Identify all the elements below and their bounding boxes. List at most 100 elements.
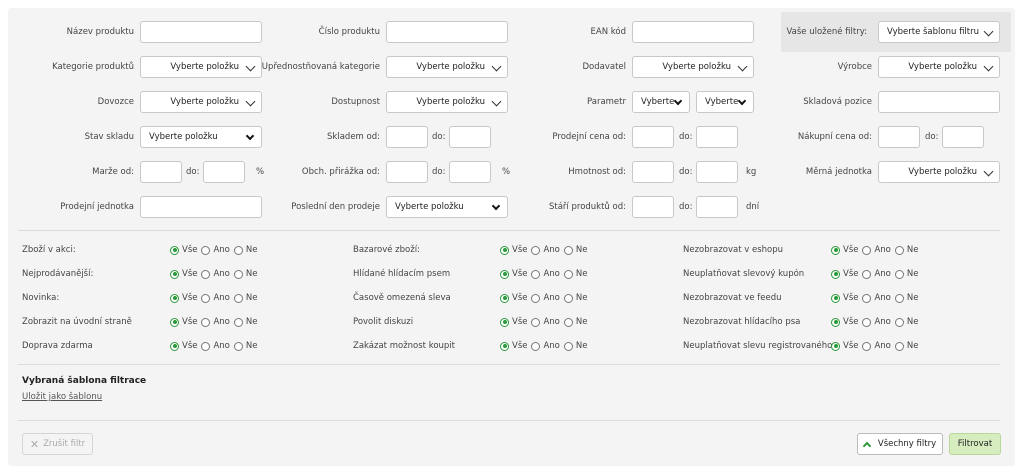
radio-yes-label: Ano [543,293,560,303]
last-sale-day-select[interactable]: Vyberte položku [386,196,508,218]
markup-to-input[interactable] [449,161,491,183]
radio-all[interactable] [500,317,509,327]
radio-all[interactable] [170,293,179,303]
flag-radio-group: Vše Ano Ne [831,245,922,255]
flag-radio-group: Vše Ano Ne [500,317,591,327]
radio-no[interactable] [233,341,243,351]
radio-yes[interactable] [531,269,541,279]
label-importer: Dovozce [97,97,134,107]
parameter-value: Vyberte [641,97,675,107]
ean-input[interactable] [632,21,754,43]
label-sale-price-to: do: [679,132,693,142]
purchase-price-to-input[interactable] [942,126,984,148]
radio-all[interactable] [500,293,509,303]
product-age-to-input[interactable] [696,196,738,218]
radio-no[interactable] [563,341,573,351]
sale-price-to-input[interactable] [696,126,738,148]
purchase-price-from-input[interactable] [878,126,920,148]
radio-yes[interactable] [201,269,211,279]
radio-yes[interactable] [201,245,211,255]
stock-state-select[interactable]: Vyberte položku [140,126,262,148]
parameter-value-select[interactable]: Vyberte [696,91,754,113]
all-filters-button[interactable]: Všechny filtry [857,433,943,455]
radio-no[interactable] [563,245,573,255]
radio-all[interactable] [500,245,509,255]
radio-all[interactable] [831,317,840,327]
radio-yes[interactable] [201,341,211,351]
label-sale-price-from: Prodejní cena od: [552,132,626,142]
radio-no[interactable] [563,269,573,279]
radio-no[interactable] [233,269,243,279]
radio-yes[interactable] [531,341,541,351]
radio-yes[interactable] [201,317,211,327]
cancel-filter-button[interactable]: ✕ Zrušit filtr [22,433,93,455]
radio-yes[interactable] [862,245,872,255]
radio-yes[interactable] [531,317,541,327]
category-select[interactable]: Vyberte položku [140,56,262,78]
supplier-select[interactable]: Vyberte položku [632,56,754,78]
margin-from-input[interactable] [140,161,182,183]
radio-all[interactable] [500,269,509,279]
radio-no-label: Ne [906,341,919,351]
radio-yes[interactable] [862,293,872,303]
radio-all[interactable] [170,245,179,255]
radio-yes[interactable] [862,269,872,279]
radio-yes[interactable] [531,293,541,303]
radio-all[interactable] [831,293,840,303]
radio-no[interactable] [894,269,904,279]
sale-price-from-input[interactable] [632,126,674,148]
radio-all[interactable] [170,341,179,351]
flag-label: Zakázat možnost koupit [353,341,456,351]
radio-yes[interactable] [862,317,872,327]
in-stock-from-input[interactable] [386,126,428,148]
radio-no[interactable] [563,317,573,327]
weight-to-input[interactable] [696,161,738,183]
parameter-value-value: Vyberte [705,97,739,107]
product-age-from-input[interactable] [632,196,674,218]
radio-all-label: Vše [512,293,528,303]
markup-unit: % [502,167,511,177]
availability-select[interactable]: Vyberte položku [386,91,508,113]
radio-yes[interactable] [862,341,872,351]
radio-no[interactable] [233,317,243,327]
preferred-category-select[interactable]: Vyberte položku [386,56,508,78]
radio-all[interactable] [500,341,509,351]
radio-no[interactable] [894,341,904,351]
radio-no[interactable] [233,245,243,255]
weight-from-input[interactable] [632,161,674,183]
radio-all[interactable] [831,341,840,351]
radio-no[interactable] [894,293,904,303]
radio-all[interactable] [170,269,179,279]
in-stock-to-input[interactable] [449,126,491,148]
radio-all[interactable] [170,317,179,327]
warehouse-position-input[interactable] [878,91,1000,113]
filter-button[interactable]: Filtrovat [949,433,1001,455]
manufacturer-value: Vyberte položku [908,62,977,72]
radio-no[interactable] [894,317,904,327]
product-name-input[interactable] [140,21,262,43]
sale-unit-input[interactable] [140,196,262,218]
label-parameter: Parametr [587,97,626,107]
measure-unit-value: Vyberte položku [908,167,977,177]
radio-all[interactable] [831,269,840,279]
manufacturer-select[interactable]: Vyberte položku [878,56,1000,78]
radio-yes-label: Ano [874,269,891,279]
saved-filters-select[interactable]: Vyberte šablonu filtru [878,21,1000,43]
radio-no[interactable] [563,293,573,303]
measure-unit-select[interactable]: Vyberte položku [878,161,1000,183]
parameter-select[interactable]: Vyberte [632,91,690,113]
markup-from-input[interactable] [386,161,428,183]
flag-radio-group: Vše Ano Ne [831,293,922,303]
radio-yes[interactable] [531,245,541,255]
importer-select[interactable]: Vyberte položku [140,91,262,113]
radio-all[interactable] [831,245,840,255]
save-as-template-link[interactable]: Uložit jako šablonu [22,392,102,402]
radio-no-label: Ne [245,341,258,351]
flag-label: Bazarové zboží: [353,245,420,255]
label-category: Kategorie produktů [52,62,134,72]
product-number-input[interactable] [386,21,508,43]
radio-yes[interactable] [201,293,211,303]
radio-no[interactable] [894,245,904,255]
margin-to-input[interactable] [203,161,245,183]
radio-no[interactable] [233,293,243,303]
